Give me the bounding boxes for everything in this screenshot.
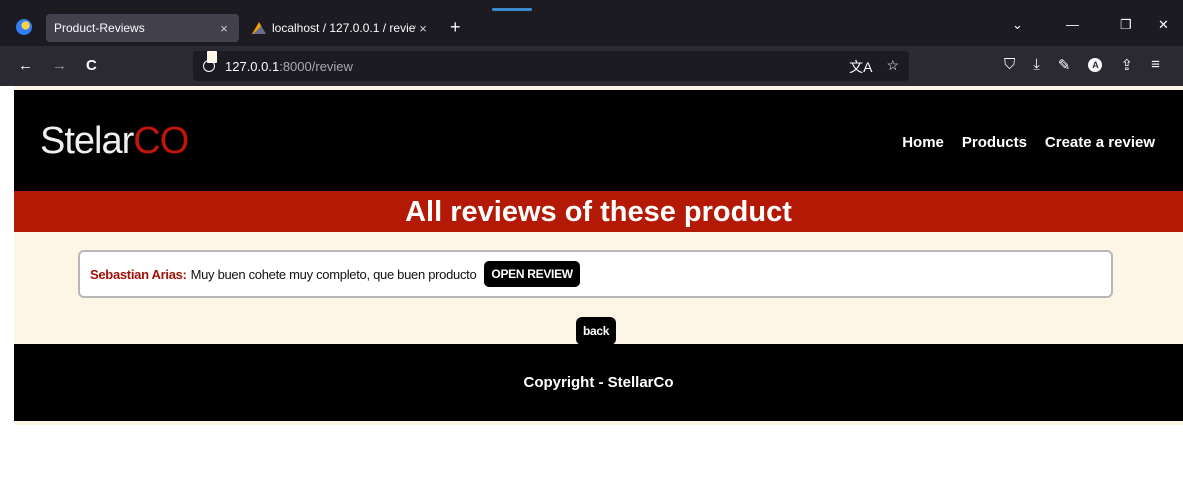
bookmark-star-icon[interactable]: ☆ <box>886 57 899 77</box>
page-viewport: StelarCO Home Products Create a review A… <box>0 86 1183 497</box>
minimize-icon[interactable]: — <box>1066 17 1079 32</box>
close-icon[interactable]: × <box>416 21 430 36</box>
tab-phpmyadmin[interactable]: localhost / 127.0.0.1 / review / p × <box>244 14 438 42</box>
review-author: Sebastian Arias: <box>90 266 187 282</box>
forward-arrow-icon[interactable]: → <box>52 57 67 75</box>
window-close-icon[interactable]: ✕ <box>1158 17 1169 33</box>
nav-create-review-link[interactable]: Create a review <box>1045 134 1155 151</box>
pocket-icon[interactable]: ⛉ <box>1004 56 1015 74</box>
browser-nav-bar: ← → C 127.0.0.1 :8000/review 文A ☆ ⛉ ⤓ ✎ … <box>0 46 1183 86</box>
phpmyadmin-icon <box>252 22 266 34</box>
close-icon[interactable]: × <box>217 21 231 36</box>
extensions-icon[interactable]: ⇪ <box>1120 56 1133 74</box>
browser-toolbar: ⛉ ⤓ ✎ A ⇪ ≡ <box>1004 56 1160 74</box>
main-nav: Home Products Create a review <box>902 134 1155 151</box>
nav-products-link[interactable]: Products <box>962 134 1027 151</box>
downloads-icon[interactable]: ⤓ <box>1033 56 1040 74</box>
site-header: StelarCO Home Products Create a review <box>14 90 1183 191</box>
nav-home-link[interactable]: Home <box>902 134 944 151</box>
logo-accent: CO <box>133 120 189 162</box>
url-bar[interactable]: 127.0.0.1 :8000/review 文A ☆ <box>193 51 909 81</box>
open-review-button[interactable]: OPEN REVIEW <box>484 261 580 287</box>
site-footer: Copyright - StellarCo <box>14 344 1183 421</box>
firefox-icon[interactable] <box>16 19 32 35</box>
review-text: Muy buen cohete muy completo, que buen p… <box>190 266 477 282</box>
review-card: Sebastian Arias: Muy buen cohete muy com… <box>78 250 1113 298</box>
copyright-text: Copyright - StellarCo <box>523 374 674 391</box>
tab-title: localhost / 127.0.0.1 / review / p <box>272 21 416 35</box>
url-path: :8000/review <box>279 58 353 74</box>
site-logo[interactable]: StelarCO <box>40 120 189 163</box>
url-host: 127.0.0.1 <box>225 58 280 74</box>
tab-strip-accent <box>492 8 532 11</box>
menu-icon[interactable]: ≡ <box>1151 56 1160 74</box>
page-body: StelarCO Home Products Create a review A… <box>14 86 1183 425</box>
tab-title: Product-Reviews <box>54 21 145 35</box>
restore-icon[interactable]: ❐ <box>1120 17 1132 33</box>
page-title: All reviews of these product <box>14 191 1183 232</box>
tools-icon[interactable]: ✎ <box>1058 56 1071 74</box>
tab-product-reviews[interactable]: Product-Reviews × <box>46 14 239 42</box>
new-tab-icon[interactable]: + <box>450 18 461 36</box>
list-tabs-icon[interactable]: ⌄ <box>1012 17 1023 33</box>
reload-icon[interactable]: C <box>86 57 97 75</box>
translate-icon[interactable]: 文A <box>849 57 872 77</box>
page-info-icon[interactable] <box>207 51 217 63</box>
browser-tab-strip: Product-Reviews × localhost / 127.0.0.1 … <box>0 0 1183 46</box>
account-icon[interactable]: A <box>1088 58 1103 72</box>
back-arrow-icon[interactable]: ← <box>18 57 33 75</box>
back-button[interactable]: back <box>576 317 617 345</box>
logo-main: Stelar <box>40 120 134 162</box>
